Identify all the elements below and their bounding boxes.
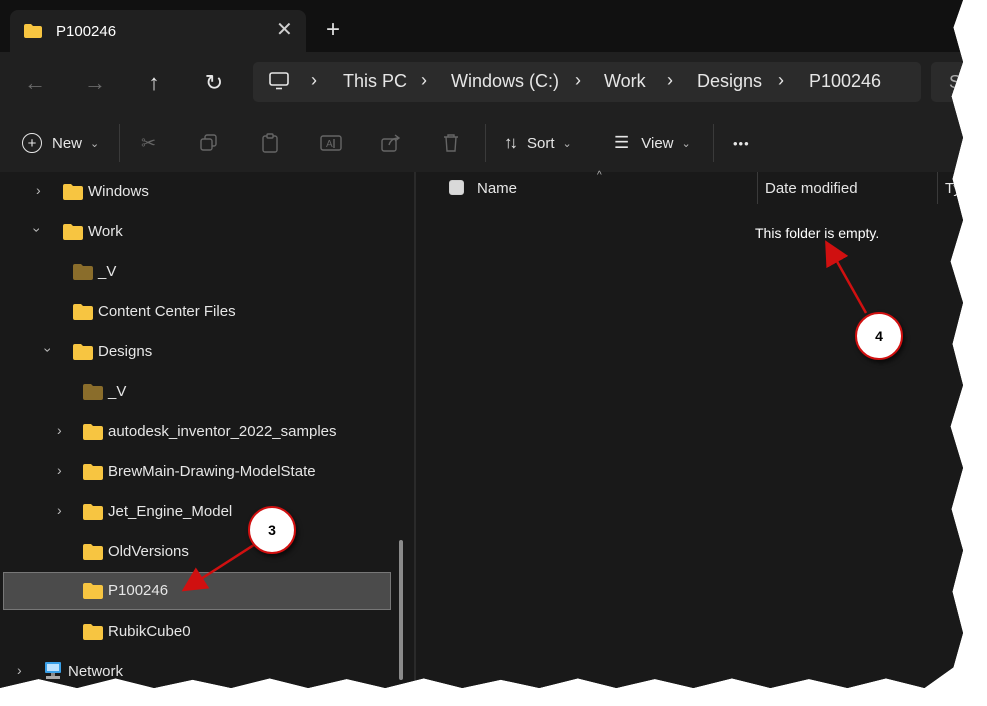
arrow-to-p100246 [181,541,258,592]
callout-4: 4 [855,312,903,360]
callout-3: 3 [248,506,296,554]
arrow-to-empty-message [825,240,868,314]
annotation-arrows [181,240,868,592]
